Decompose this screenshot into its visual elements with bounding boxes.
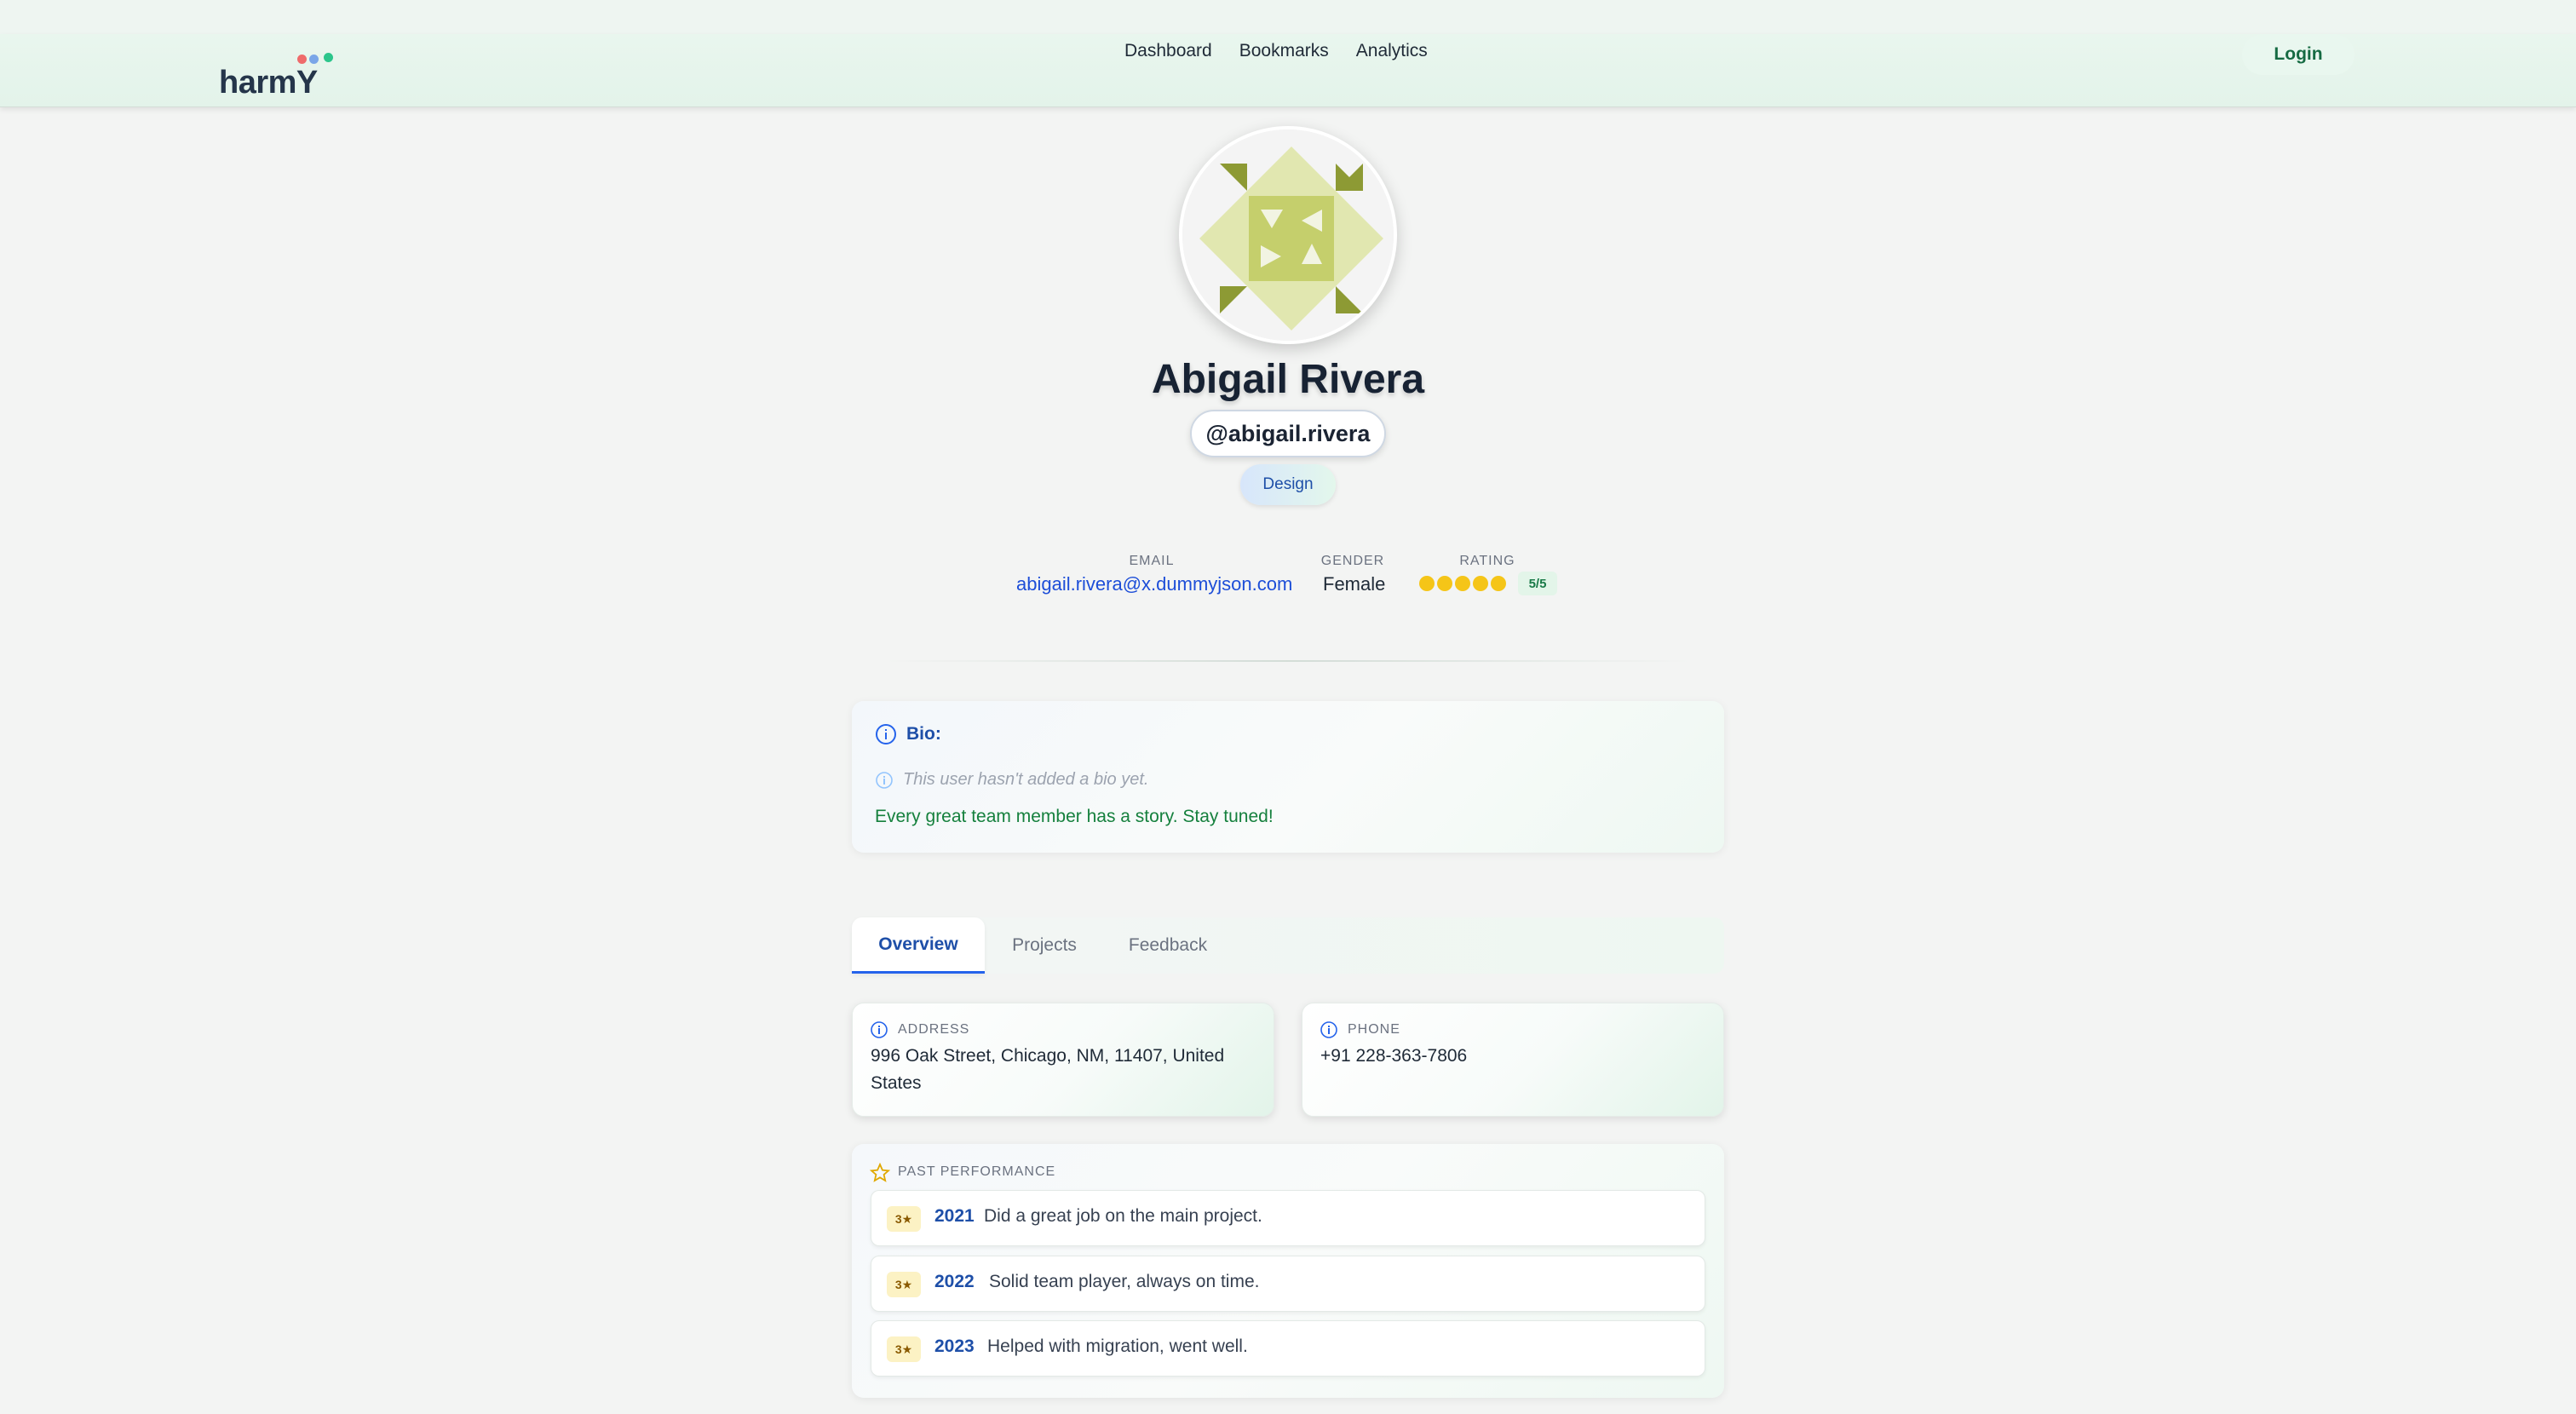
performance-text: Did a great job on the main project. bbox=[984, 1206, 1262, 1226]
performance-year: 2023 bbox=[934, 1336, 975, 1356]
bio-title: Bio: bbox=[906, 724, 941, 744]
avatar bbox=[1179, 126, 1397, 344]
rating-label: RATING bbox=[1459, 554, 1515, 568]
department-badge: Design bbox=[1240, 464, 1336, 505]
gender-label: GENDER bbox=[1320, 554, 1385, 568]
rating-badge: 3★ bbox=[887, 1336, 921, 1362]
brand-logo[interactable]: harmY bbox=[219, 31, 338, 101]
nav-analytics[interactable]: Analytics bbox=[1356, 41, 1428, 61]
profile-handle: @abigail.rivera bbox=[1190, 410, 1386, 457]
login-button[interactable]: Login bbox=[2242, 34, 2355, 75]
performance-row: 3★ 2022 Solid team player, always on tim… bbox=[871, 1256, 1705, 1312]
rating-star-icon bbox=[1473, 576, 1488, 591]
phone-value: +91 228-363-7806 bbox=[1320, 1046, 1468, 1066]
section-divider bbox=[886, 660, 1690, 662]
email-link[interactable]: abigail.rivera@x.dummyjson.com bbox=[1016, 573, 1292, 595]
info-icon bbox=[876, 772, 893, 789]
rating-star-icon bbox=[1419, 576, 1435, 591]
phone-label: PHONE bbox=[1348, 1022, 1400, 1037]
logo-dot-red bbox=[297, 55, 307, 64]
info-icon bbox=[876, 724, 896, 744]
address-value: 996 Oak Street, Chicago, NM, 11407, Unit… bbox=[871, 1046, 1225, 1093]
logo-dot-green bbox=[324, 53, 333, 62]
avatar-identicon-icon bbox=[1182, 129, 1394, 341]
info-icon bbox=[1320, 1021, 1337, 1038]
bio-empty-text: This user hasn't added a bio yet. bbox=[903, 770, 1149, 789]
tab-overview[interactable]: Overview bbox=[852, 917, 985, 974]
nav-bookmarks[interactable]: Bookmarks bbox=[1239, 41, 1329, 61]
address-label: ADDRESS bbox=[898, 1022, 970, 1037]
gender-value: Female bbox=[1323, 573, 1386, 595]
rating-star-icon bbox=[1491, 576, 1506, 591]
performance-year: 2021 bbox=[934, 1206, 975, 1226]
logo-dot-blue bbox=[309, 55, 319, 64]
nav-dashboard[interactable]: Dashboard bbox=[1124, 41, 1212, 61]
rating-badge: 5/5 bbox=[1518, 572, 1557, 595]
performance-year: 2022 bbox=[934, 1272, 975, 1291]
performance-row: 3★ 2023 Helped with migration, went well… bbox=[871, 1320, 1705, 1377]
main-nav: Dashboard Bookmarks Analytics bbox=[1124, 41, 1428, 61]
tab-feedback[interactable]: Feedback bbox=[1113, 917, 1223, 974]
rating-badge: 3★ bbox=[887, 1206, 921, 1232]
rating-star-icon bbox=[1455, 576, 1470, 591]
performance-text: Solid team player, always on time. bbox=[989, 1272, 1260, 1291]
performance-text: Helped with migration, went well. bbox=[987, 1336, 1248, 1356]
bio-tagline: Every great team member has a story. Sta… bbox=[875, 807, 1274, 826]
tab-projects[interactable]: Projects bbox=[993, 917, 1095, 974]
rating-star-icon bbox=[1437, 576, 1452, 591]
performance-label: PAST PERFORMANCE bbox=[898, 1164, 1056, 1179]
rating-badge: 3★ bbox=[887, 1272, 921, 1297]
email-label: EMAIL bbox=[1129, 554, 1175, 568]
performance-row: 3★ 2021 Did a great job on the main proj… bbox=[871, 1190, 1705, 1246]
profile-name: Abigail Rivera bbox=[1151, 357, 1425, 402]
brand-name: harmY bbox=[219, 65, 318, 101]
top-strip bbox=[0, 0, 2576, 34]
star-outline-icon bbox=[870, 1163, 890, 1182]
info-icon bbox=[871, 1021, 888, 1038]
